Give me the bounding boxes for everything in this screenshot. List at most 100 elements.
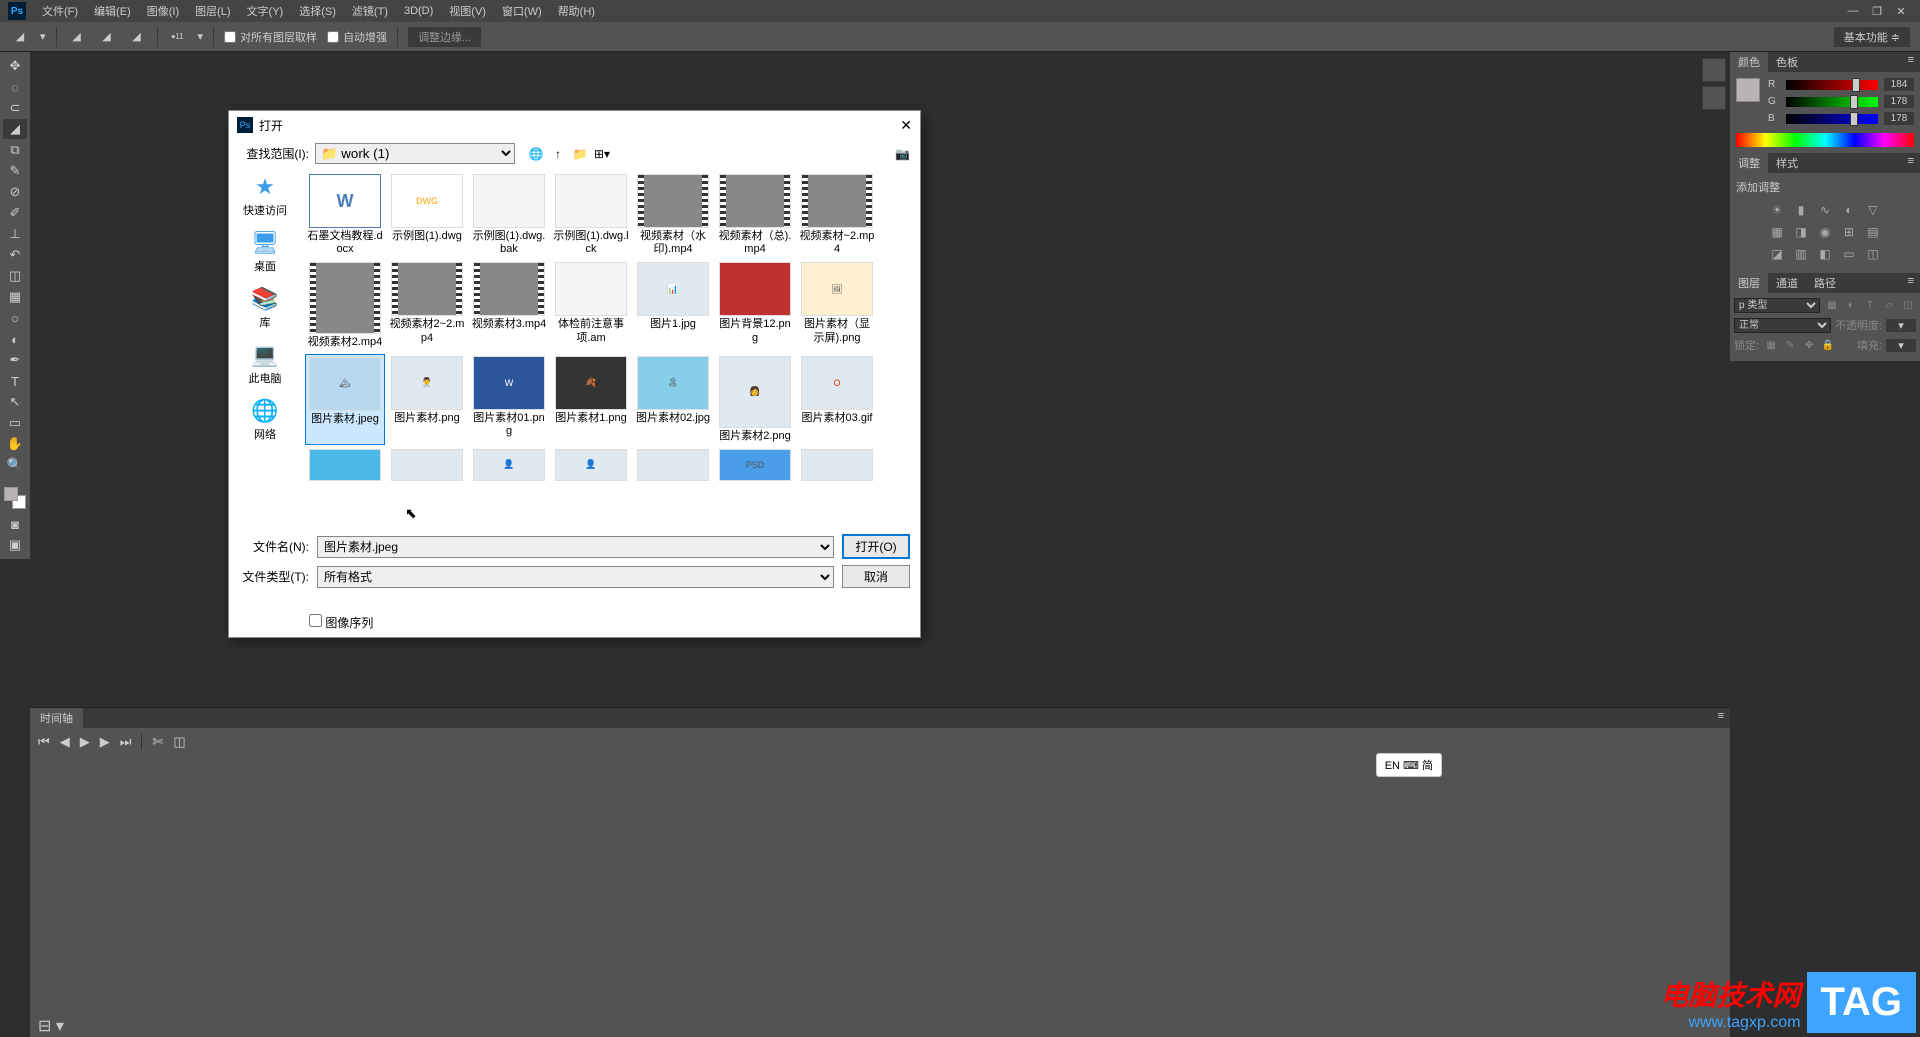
dodge-tool[interactable]: ◐ [3, 329, 27, 349]
opt-icon-2[interactable]: ◢ [97, 27, 117, 47]
history-brush-tool[interactable]: ↶ [3, 245, 27, 265]
hand-tool[interactable]: ✋ [3, 434, 27, 454]
image-sequence-checkbox[interactable]: 图像序列 [309, 616, 373, 630]
g-value[interactable]: 178 [1884, 95, 1914, 108]
eraser-tool[interactable]: ◫ [3, 266, 27, 286]
adj-curves-icon[interactable]: ∿ [1816, 201, 1834, 219]
file-item[interactable]: DWG示例图(1).dwg [387, 172, 467, 258]
auto-enhance-checkbox[interactable]: 自动增强 [327, 29, 387, 45]
menu-image[interactable]: 图像(I) [139, 3, 187, 19]
filter-smart-icon[interactable]: ◫ [1900, 297, 1916, 313]
sidebar-desktop[interactable]: 🖥桌面 [249, 230, 281, 274]
file-item[interactable]: O图片素材03.gif [797, 354, 877, 445]
menu-window[interactable]: 窗口(W) [494, 3, 550, 19]
r-slider[interactable] [1786, 80, 1878, 90]
tl-footer-menu[interactable]: ⊟ ▾ [38, 1016, 64, 1036]
filter-pixel-icon[interactable]: ▦ [1824, 297, 1840, 313]
zoom-tool[interactable]: 🔍 [3, 455, 27, 475]
file-item[interactable]: 🏝图片素材02.jpg [633, 354, 713, 445]
file-item[interactable] [305, 447, 385, 483]
tab-layers[interactable]: 图层 [1730, 273, 1768, 293]
b-value[interactable]: 178 [1884, 112, 1914, 125]
quickmask-tool[interactable]: ◙ [3, 514, 27, 534]
lock-trans-icon[interactable]: ▦ [1763, 337, 1779, 353]
sample-all-layers-checkbox[interactable]: 对所有图层取样 [224, 29, 317, 45]
adj-exposure-icon[interactable]: ◐ [1840, 201, 1858, 219]
tl-play-icon[interactable]: ▶ [80, 734, 90, 750]
pen-tool[interactable]: ✒ [3, 350, 27, 370]
minimize-button[interactable]: — [1842, 3, 1864, 19]
g-slider[interactable] [1786, 97, 1878, 107]
lock-pixel-icon[interactable]: ✎ [1782, 337, 1798, 353]
blur-tool[interactable]: ○ [3, 308, 27, 328]
layer-kind-filter[interactable]: p 类型 [1734, 298, 1820, 313]
file-item[interactable]: 体检前注意事项.am [551, 260, 631, 351]
adj-select-icon[interactable]: ◫ [1864, 245, 1882, 263]
file-item[interactable]: 👨‍⚕️图片素材.png [387, 354, 467, 445]
menu-select[interactable]: 选择(S) [291, 3, 344, 19]
brush-tool[interactable]: ✐ [3, 203, 27, 223]
file-item[interactable]: 🏔图片素材.jpeg [305, 354, 385, 445]
menu-help[interactable]: 帮助(H) [550, 3, 603, 19]
tab-color[interactable]: 颜色 [1730, 52, 1768, 72]
type-tool[interactable]: T [3, 371, 27, 391]
file-item[interactable]: 视频素材3.mp4 [469, 260, 549, 351]
preview-toggle-icon[interactable]: 📷 [895, 147, 910, 161]
fg-swatch[interactable] [1736, 78, 1760, 102]
adj-levels-icon[interactable]: ▮ [1792, 201, 1810, 219]
tab-adjustments[interactable]: 调整 [1730, 153, 1768, 173]
sidebar-libraries[interactable]: 📚库 [249, 286, 281, 330]
nav-new-icon[interactable]: 📁 [571, 145, 589, 163]
dialog-close-button[interactable]: ✕ [900, 117, 912, 134]
file-item[interactable]: 视频素材（总).mp4 [715, 172, 795, 258]
tab-swatches[interactable]: 色板 [1768, 52, 1806, 72]
collapsed-panel-2[interactable] [1702, 86, 1726, 110]
path-select-tool[interactable]: ↖ [3, 392, 27, 412]
crop-tool[interactable]: ⧉ [3, 140, 27, 160]
filter-type-icon[interactable]: T [1862, 297, 1878, 313]
file-item[interactable]: 👤 [551, 447, 631, 483]
file-item[interactable]: 👩图片素材2.png [715, 354, 795, 445]
ime-indicator[interactable]: EN ⌨ 简 [1376, 753, 1442, 777]
file-item[interactable]: 🍂图片素材1.png [551, 354, 631, 445]
stamp-tool[interactable]: ⊥ [3, 224, 27, 244]
color-spectrum[interactable] [1736, 133, 1914, 147]
tl-first-icon[interactable]: ⏮ [38, 734, 50, 750]
eyedropper-tool[interactable]: ✎ [3, 161, 27, 181]
current-tool-icon[interactable]: ◢ [10, 27, 30, 47]
collapsed-panel-1[interactable] [1702, 58, 1726, 82]
gradient-tool[interactable]: ▦ [3, 287, 27, 307]
adj-invert-icon[interactable]: ◪ [1768, 245, 1786, 263]
filter-adj-icon[interactable]: ◐ [1843, 297, 1859, 313]
tl-transition-icon[interactable]: ◫ [173, 734, 185, 750]
adj-lut-icon[interactable]: ▤ [1864, 223, 1882, 241]
timeline-menu[interactable]: ≡ [1712, 708, 1730, 728]
tab-styles[interactable]: 样式 [1768, 153, 1806, 173]
tl-next-icon[interactable]: ▶ [100, 734, 110, 750]
adjust-panel-menu[interactable]: ≡ [1902, 153, 1920, 173]
lasso-tool[interactable]: ⊂ [3, 98, 27, 118]
opt-icon-1[interactable]: ◢ [67, 27, 87, 47]
file-item[interactable]: W图片素材01.png [469, 354, 549, 445]
menu-edit[interactable]: 编辑(E) [86, 3, 139, 19]
menu-layer[interactable]: 图层(L) [187, 3, 238, 19]
adj-mixer-icon[interactable]: ⊞ [1840, 223, 1858, 241]
sidebar-network[interactable]: 🌐网络 [249, 398, 281, 442]
adj-vibrance-icon[interactable]: ▽ [1864, 201, 1882, 219]
file-item[interactable]: 视频素材2~2.mp4 [387, 260, 467, 351]
move-tool[interactable]: ✥ [3, 56, 27, 76]
file-item[interactable]: 👤 [469, 447, 549, 483]
file-item[interactable]: 视频素材（水印).mp4 [633, 172, 713, 258]
brush-size-icon[interactable]: ▪11 [168, 27, 188, 47]
lock-pos-icon[interactable]: ✥ [1801, 337, 1817, 353]
lock-all-icon[interactable]: 🔒 [1820, 337, 1836, 353]
adj-thresh-icon[interactable]: ◧ [1816, 245, 1834, 263]
file-item[interactable]: 示例图(1).dwg.lck [551, 172, 631, 258]
file-item[interactable] [797, 447, 877, 483]
tl-prev-icon[interactable]: ◀ [60, 734, 70, 750]
marquee-tool[interactable]: ◌ [3, 77, 27, 97]
nav-back-icon[interactable]: 🌐 [527, 145, 545, 163]
file-item[interactable]: 图片背景12.png [715, 260, 795, 351]
opt-icon-3[interactable]: ◢ [127, 27, 147, 47]
foreground-background-colors[interactable] [4, 487, 26, 509]
